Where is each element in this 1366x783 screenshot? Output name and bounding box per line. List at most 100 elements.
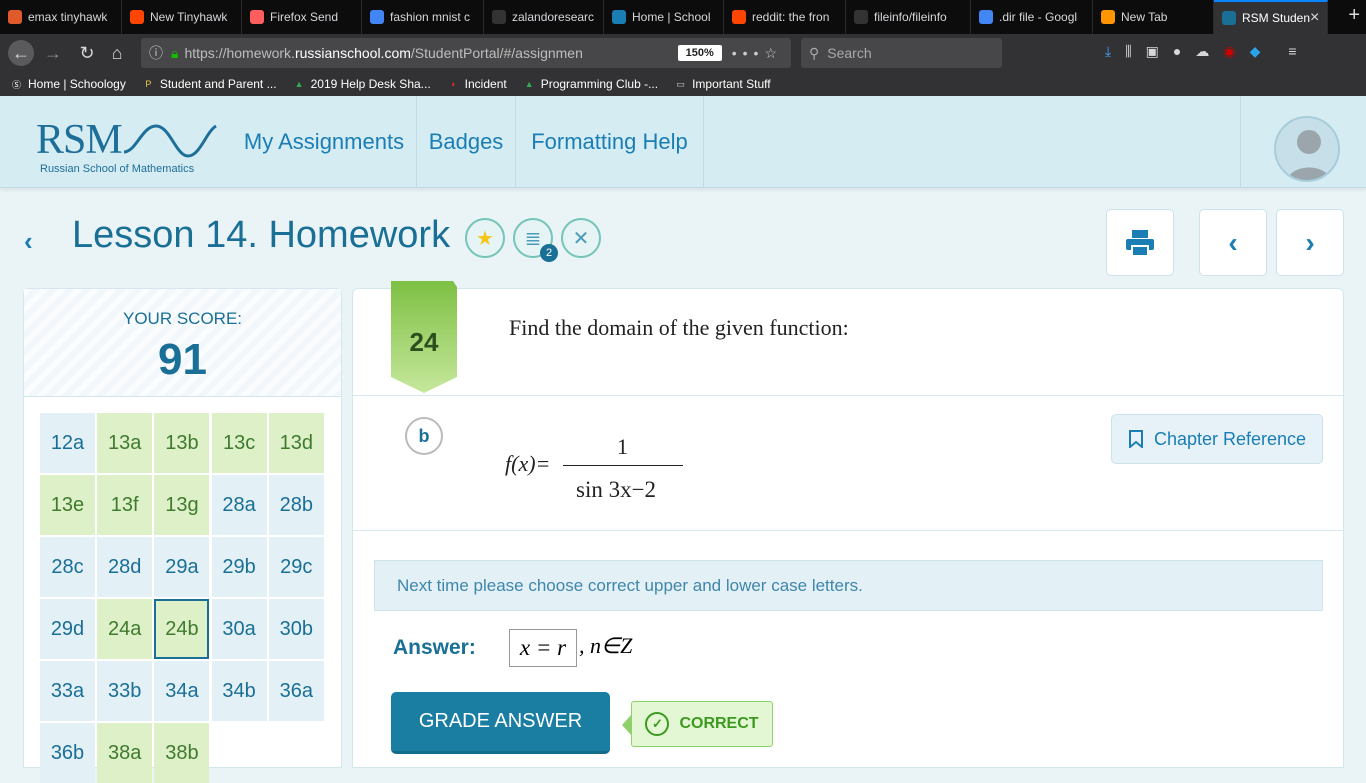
new-tab-plus-icon[interactable]: +	[1348, 4, 1360, 27]
grade-answer-button[interactable]: GRADE ANSWER	[391, 692, 610, 754]
lock-icon: 🔒︎	[171, 44, 179, 61]
problem-cell[interactable]: 13c	[211, 413, 267, 473]
avatar-area	[1240, 96, 1366, 188]
problem-cell[interactable]: 38a	[97, 723, 153, 783]
bookmark-item[interactable]: ◗ Incident	[447, 77, 506, 91]
download-icon[interactable]: ⤓	[1105, 43, 1111, 60]
browser-tab[interactable]: emax tinyhawk	[0, 0, 122, 34]
forward-arrow-icon[interactable]: →	[40, 40, 66, 66]
browser-tab[interactable]: .dir file - Googl	[971, 0, 1093, 34]
problem-cell[interactable]: 33b	[97, 661, 153, 721]
problem-cell[interactable]: 29a	[154, 537, 210, 597]
bookmark-item[interactable]: ▭ Important Stuff	[674, 77, 771, 91]
problem-cell[interactable]: 28b	[268, 475, 324, 535]
problem-cell[interactable]: 30b	[268, 599, 324, 659]
browser-tab[interactable]: reddit: the fron	[724, 0, 846, 34]
problem-cell[interactable]: 29b	[211, 537, 267, 597]
browser-tab[interactable]: zalandoresearc	[484, 0, 604, 34]
problem-cell[interactable]: 24b	[154, 599, 210, 659]
tools-badge-icon[interactable]: ✕	[561, 218, 601, 258]
nav-badges[interactable]: Badges	[417, 96, 516, 188]
tab-label: Home | School	[632, 10, 711, 24]
browser-tab[interactable]: fashion mnist c	[362, 0, 484, 34]
chevron-left-icon: ‹	[1228, 226, 1238, 258]
schoology-icon: Ⓢ	[11, 79, 21, 90]
tab-label: fashion mnist c	[390, 10, 471, 24]
google-drive-icon: ▲	[524, 79, 534, 89]
star-badge-icon[interactable]: ★	[465, 218, 505, 258]
browser-tab[interactable]: New Tab	[1093, 0, 1214, 34]
problem-cell[interactable]: 34a	[154, 661, 210, 721]
back-arrow-icon[interactable]: ←	[8, 40, 34, 66]
url-bar[interactable]: ⓘ 🔒︎ https://homework.russianschool.com/…	[141, 38, 791, 68]
problem-cell[interactable]: 30a	[211, 599, 267, 659]
browser-nav-bar: ← → ↻ ⌂ ⓘ 🔒︎ https://homework.russiansch…	[0, 34, 1366, 72]
page-actions-icons[interactable]: •••☆	[732, 45, 783, 62]
back-chevron-icon[interactable]: ‹	[24, 226, 33, 257]
print-button[interactable]	[1106, 209, 1174, 276]
zoom-indicator[interactable]: 150%	[677, 45, 722, 61]
problem-cell[interactable]: 12a	[40, 413, 95, 473]
problem-cell[interactable]: 28c	[40, 537, 95, 597]
books-badge-icon[interactable]: ≣ 2	[513, 218, 558, 262]
account-icon[interactable]: ●	[1173, 43, 1181, 60]
problem-cell[interactable]: 13e	[40, 475, 95, 535]
previous-button[interactable]: ‹	[1199, 209, 1267, 276]
problem-cell[interactable]: 13f	[97, 475, 153, 535]
next-button[interactable]: ›	[1276, 209, 1344, 276]
bookmark-item[interactable]: ▲ Programming Club -...	[523, 77, 658, 91]
nav-my-assignments[interactable]: My Assignments	[232, 96, 417, 188]
parent-portal-icon: P	[145, 79, 152, 89]
chapter-reference-button[interactable]: Chapter Reference	[1111, 414, 1323, 464]
problem-cell[interactable]: 13g	[154, 475, 210, 535]
menu-icon[interactable]: ≡	[1288, 43, 1296, 60]
problem-cell[interactable]: 36a	[268, 661, 324, 721]
rsm-logo[interactable]: RSM Russian School of Mathematics	[36, 116, 217, 176]
tab-label: zalandoresearc	[512, 10, 595, 24]
bookmarks-bar: Ⓢ Home | Schoology P Student and Parent ...…	[0, 72, 1366, 96]
answer-input[interactable]: x = r	[509, 629, 577, 667]
avatar[interactable]	[1274, 116, 1340, 182]
problem-cell[interactable]: 28d	[97, 537, 153, 597]
score-panel: YOUR SCORE: 91 12a 13a 13b 13c 13d 13e 13f 13g 2…	[23, 288, 342, 783]
search-input[interactable]: ⚲ Search	[801, 38, 1002, 68]
problem-cell[interactable]: 36b	[40, 723, 95, 783]
nav-formatting-help[interactable]: Formatting Help	[516, 96, 704, 188]
browser-tab[interactable]: Firefox Send	[242, 0, 362, 34]
problem-cell[interactable]: 13d	[268, 413, 324, 473]
problem-cell[interactable]: 34b	[211, 661, 267, 721]
search-icon: ⚲	[809, 44, 820, 61]
problem-cell[interactable]: 13b	[154, 413, 210, 473]
problem-cell[interactable]: 33a	[40, 661, 95, 721]
toolbar-icons: ⤓ ⫼ ▣ ● ☁ ◉ ◆ ≡	[1105, 43, 1297, 60]
logo-wave-icon	[123, 124, 217, 158]
problem-cell[interactable]: 38b	[154, 723, 210, 783]
github-icon	[492, 10, 506, 24]
problem-cell[interactable]: 29c	[268, 537, 324, 597]
browser-tab[interactable]: RSM Studen ×	[1214, 0, 1328, 34]
info-icon[interactable]: ⓘ	[149, 43, 163, 63]
browser-tab[interactable]: New Tinyhawk	[122, 0, 242, 34]
browser-tab[interactable]: Home | School	[604, 0, 724, 34]
sidebar-icon[interactable]: ▣	[1146, 43, 1159, 60]
reload-icon[interactable]: ↻	[74, 40, 100, 66]
extension-blue-icon[interactable]: ◆	[1250, 43, 1261, 60]
ublock-icon[interactable]: ◉	[1223, 43, 1235, 60]
badge-count: 2	[540, 244, 558, 262]
bookmark-item[interactable]: P Student and Parent ...	[142, 77, 276, 91]
home-icon[interactable]: ⌂	[104, 40, 130, 66]
problem-cell[interactable]: 24a	[97, 599, 153, 659]
page-title: Lesson 14. Homework	[72, 214, 451, 256]
bookmark-label: Important Stuff	[692, 77, 771, 91]
browser-tab[interactable]: fileinfo/fileinfo	[846, 0, 971, 34]
problem-cell[interactable]: 29d	[40, 599, 95, 659]
github-icon	[854, 10, 868, 24]
bookmark-item[interactable]: Ⓢ Home | Schoology	[10, 77, 126, 91]
tab-label: New Tab	[1121, 10, 1168, 24]
problem-cell[interactable]: 28a	[211, 475, 267, 535]
bookmark-item[interactable]: ▲ 2019 Help Desk Sha...	[293, 77, 431, 91]
library-icon[interactable]: ⫼	[1125, 43, 1131, 60]
extension-icon[interactable]: ☁	[1195, 43, 1209, 60]
close-tab-icon[interactable]: ×	[1310, 9, 1319, 27]
problem-cell[interactable]: 13a	[97, 413, 153, 473]
